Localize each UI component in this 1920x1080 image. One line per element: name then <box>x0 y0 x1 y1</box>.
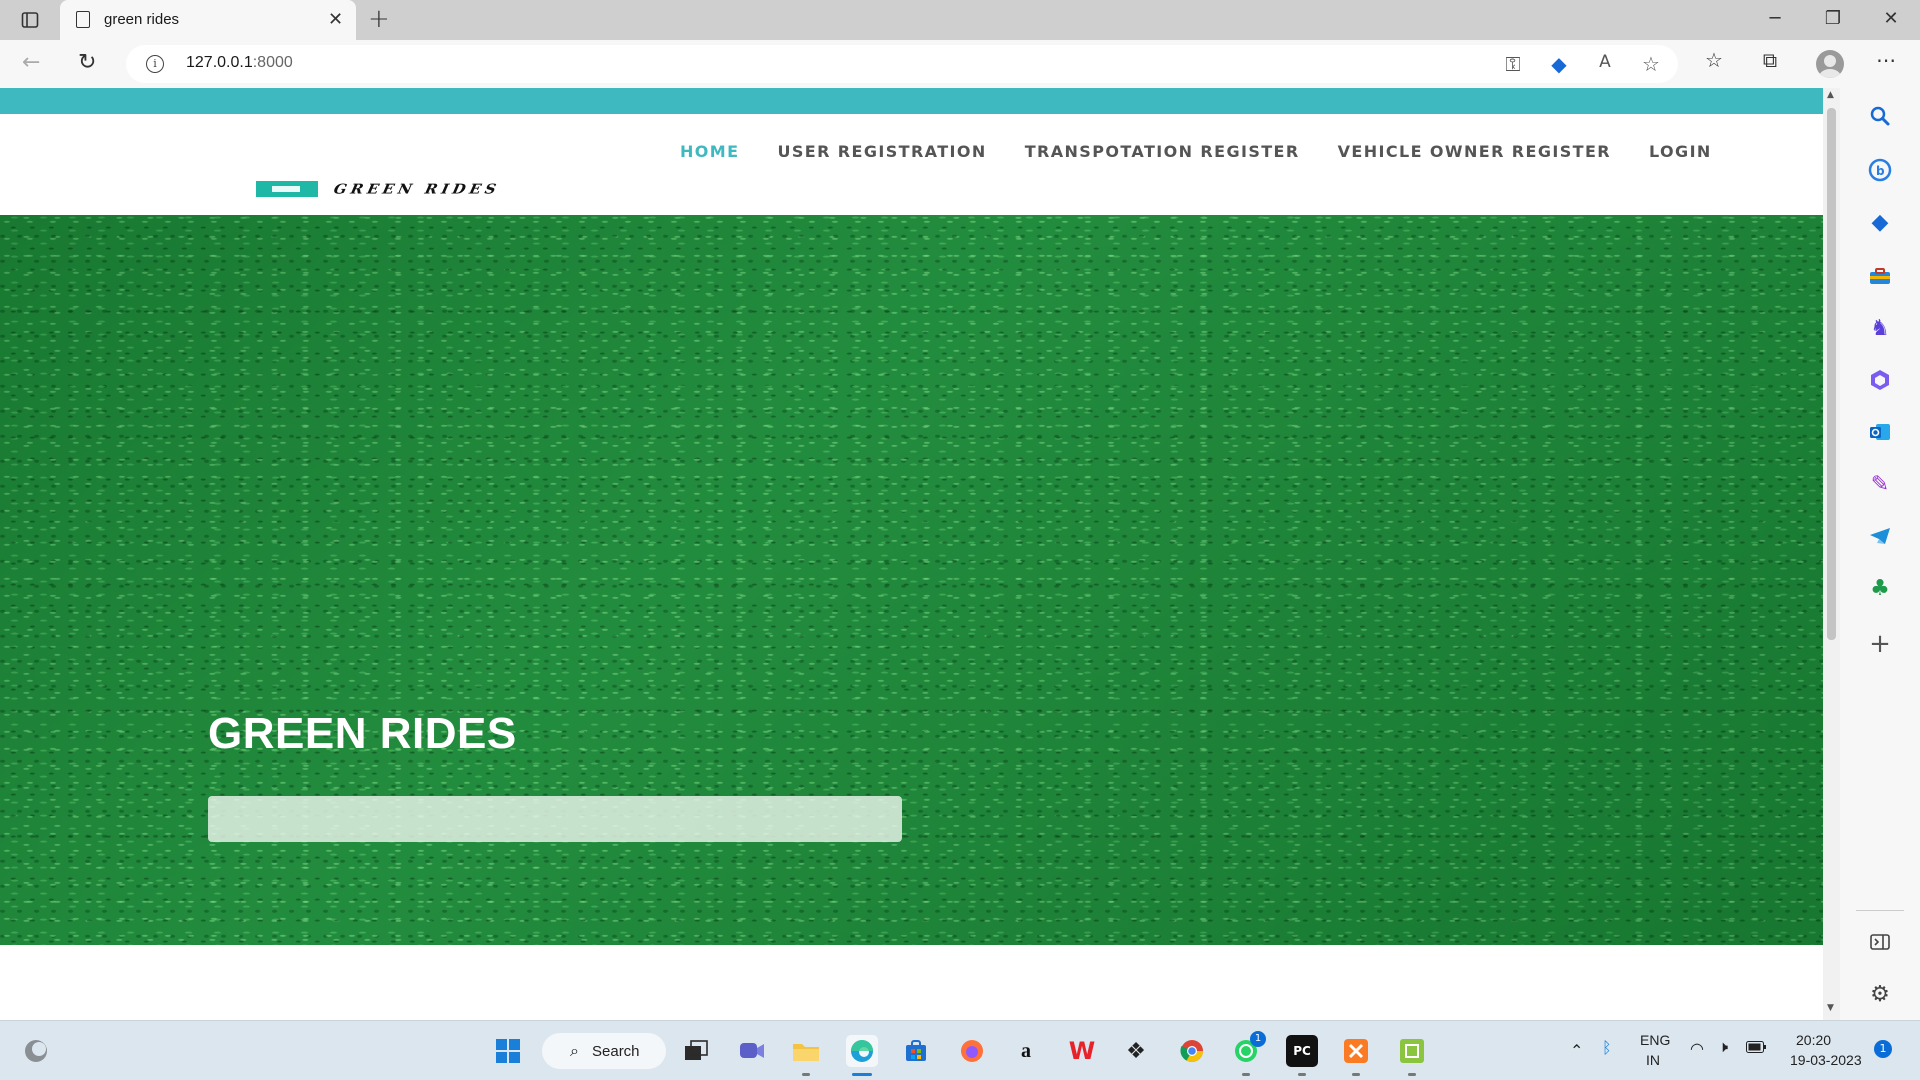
url-text[interactable]: 127.0.0.1:8000 <box>186 54 293 72</box>
language-line-2[interactable]: IN <box>1646 1052 1660 1068</box>
svg-text:b: b <box>1876 164 1885 178</box>
new-tab-button[interactable]: + <box>368 4 390 34</box>
firefox-icon[interactable] <box>956 1035 988 1067</box>
nav-vehicle-owner-register[interactable]: VEHICLE OWNER REGISTER <box>1338 142 1611 161</box>
nav-home[interactable]: HOME <box>680 142 739 161</box>
add-favorite-icon[interactable]: ☆ <box>1638 52 1664 76</box>
nav-transpotation-register[interactable]: TRANSPOTATION REGISTER <box>1025 142 1300 161</box>
vertical-scrollbar[interactable]: ▲ ▼ <box>1823 88 1840 1020</box>
chrome-icon[interactable] <box>1176 1035 1208 1067</box>
nav-login[interactable]: LOGIN <box>1649 142 1712 161</box>
nav-user-registration[interactable]: USER REGISTRATION <box>777 142 986 161</box>
running-indicator <box>852 1073 872 1076</box>
start-windows-icon[interactable] <box>492 1035 524 1067</box>
hero-banner: GREEN RIDES <box>0 215 1823 945</box>
wifi-icon[interactable]: ◠ <box>1690 1039 1704 1059</box>
battery-icon[interactable] <box>1746 1040 1766 1056</box>
search-icon[interactable] <box>1864 100 1896 132</box>
running-indicator <box>1408 1073 1416 1076</box>
settings-icon[interactable]: ⚙ <box>1864 978 1896 1010</box>
running-indicator <box>1298 1073 1306 1076</box>
whatsapp-badge: 1 <box>1250 1031 1266 1047</box>
bluetooth-icon[interactable]: ᛒ <box>1602 1040 1612 1058</box>
microsoft-store-icon[interactable] <box>900 1035 932 1067</box>
read-aloud-icon[interactable]: A <box>1592 52 1618 72</box>
running-indicator <box>1242 1073 1250 1076</box>
speaker-muted-icon[interactable]: 🕨 <box>1718 1039 1728 1057</box>
task-view-icon[interactable] <box>680 1035 712 1067</box>
wps-office-icon[interactable]: W <box>1066 1035 1098 1067</box>
tab-title: green rides <box>104 11 180 28</box>
add-icon[interactable]: + <box>1864 628 1896 660</box>
profile-avatar[interactable] <box>1816 50 1844 78</box>
bing-chat-icon[interactable]: b <box>1864 154 1896 186</box>
site-header: GREEN RIDES HOME USER REGISTRATION TRANS… <box>0 114 1823 216</box>
sidebar-divider <box>1856 910 1904 911</box>
running-indicator <box>802 1073 810 1076</box>
browser-toolbar: ← ↻ i 127.0.0.1:8000 ⚿ ◆ A ☆ ☆ ⧉ ⋯ <box>0 40 1920 88</box>
tree-icon[interactable]: ♣ <box>1864 572 1896 604</box>
split-screen-icon[interactable] <box>1864 926 1896 958</box>
search-icon: ⌕ <box>570 1041 579 1060</box>
page-icon <box>76 11 90 28</box>
show-hidden-icons-chevron-icon[interactable]: ⌃ <box>1570 1041 1583 1061</box>
hero-subtitle-bar <box>208 796 902 842</box>
main-nav: HOME USER REGISTRATION TRANSPOTATION REG… <box>680 142 1750 161</box>
telegram-icon[interactable] <box>1864 520 1896 552</box>
logo-text: GREEN RIDES <box>332 180 502 198</box>
windows-taskbar: ⌕ Search a W ❖ 1 PC ⌃ ᛒ ENG IN ◠ 🕨 20:20… <box>0 1020 1920 1080</box>
running-indicator <box>1352 1073 1360 1076</box>
shopping-tag-icon[interactable]: ◆ <box>1546 52 1572 76</box>
site-info-icon[interactable]: i <box>146 55 164 73</box>
pycharm-icon[interactable]: PC <box>1286 1035 1318 1067</box>
site-logo[interactable]: GREEN RIDES <box>256 180 502 198</box>
spreadsheet-app-icon[interactable] <box>1396 1035 1428 1067</box>
refresh-icon[interactable]: ↻ <box>78 50 96 75</box>
file-explorer-icon[interactable] <box>790 1035 822 1067</box>
more-menu-icon[interactable]: ⋯ <box>1872 48 1900 72</box>
amazon-icon[interactable]: a <box>1010 1035 1042 1067</box>
widgets-icon[interactable] <box>20 1035 52 1067</box>
microsoft365-icon[interactable] <box>1864 364 1896 396</box>
teams-chat-icon[interactable] <box>736 1035 768 1067</box>
edge-browser-icon[interactable] <box>846 1035 878 1067</box>
language-line-1[interactable]: ENG <box>1640 1032 1670 1048</box>
scroll-down-icon[interactable]: ▼ <box>1827 1003 1834 1013</box>
browser-tab-active[interactable]: green rides ✕ <box>60 0 356 40</box>
tools-icon[interactable] <box>1864 260 1896 292</box>
collections-icon[interactable]: ⧉ <box>1756 48 1784 72</box>
address-bar[interactable]: i 127.0.0.1:8000 ⚿ ◆ A ☆ <box>126 45 1678 83</box>
favorites-icon[interactable]: ☆ <box>1700 48 1728 72</box>
browser-tab-bar: green rides ✕ + ─ ❐ ✕ <box>0 0 1920 40</box>
taskbar-search[interactable]: ⌕ Search <box>542 1033 666 1069</box>
notification-center-badge[interactable]: 1 <box>1874 1040 1892 1058</box>
hero-title: GREEN RIDES <box>208 709 517 758</box>
clock-time[interactable]: 20:20 <box>1796 1032 1831 1048</box>
page-viewport: GREEN RIDES HOME USER REGISTRATION TRANS… <box>0 88 1840 1020</box>
xampp-icon[interactable] <box>1340 1035 1372 1067</box>
scroll-up-icon[interactable]: ▲ <box>1827 90 1834 100</box>
minimize-button[interactable]: ─ <box>1760 8 1790 29</box>
key-icon[interactable]: ⚿ <box>1500 52 1526 76</box>
outlook-icon[interactable] <box>1864 416 1896 448</box>
top-accent-strip <box>0 88 1823 114</box>
games-icon[interactable]: ♞ <box>1864 312 1896 344</box>
shopping-tag-icon[interactable]: ◆ <box>1864 206 1896 238</box>
restore-button[interactable]: ❐ <box>1818 8 1848 29</box>
back-arrow-icon[interactable]: ← <box>22 50 40 75</box>
dropbox-icon[interactable]: ❖ <box>1120 1035 1152 1067</box>
tab-actions-menu-icon[interactable] <box>18 8 42 32</box>
edge-sidebar: b ◆ ♞ ✎ ♣ + ⚙ <box>1840 88 1920 1020</box>
tab-close-icon[interactable]: ✕ <box>328 9 343 30</box>
scrollbar-thumb[interactable] <box>1827 108 1836 640</box>
clock-date[interactable]: 19-03-2023 <box>1790 1052 1862 1068</box>
close-window-button[interactable]: ✕ <box>1876 8 1906 29</box>
logo-mark <box>256 181 318 197</box>
designer-icon[interactable]: ✎ <box>1864 468 1896 500</box>
taskbar-search-label: Search <box>592 1043 640 1060</box>
